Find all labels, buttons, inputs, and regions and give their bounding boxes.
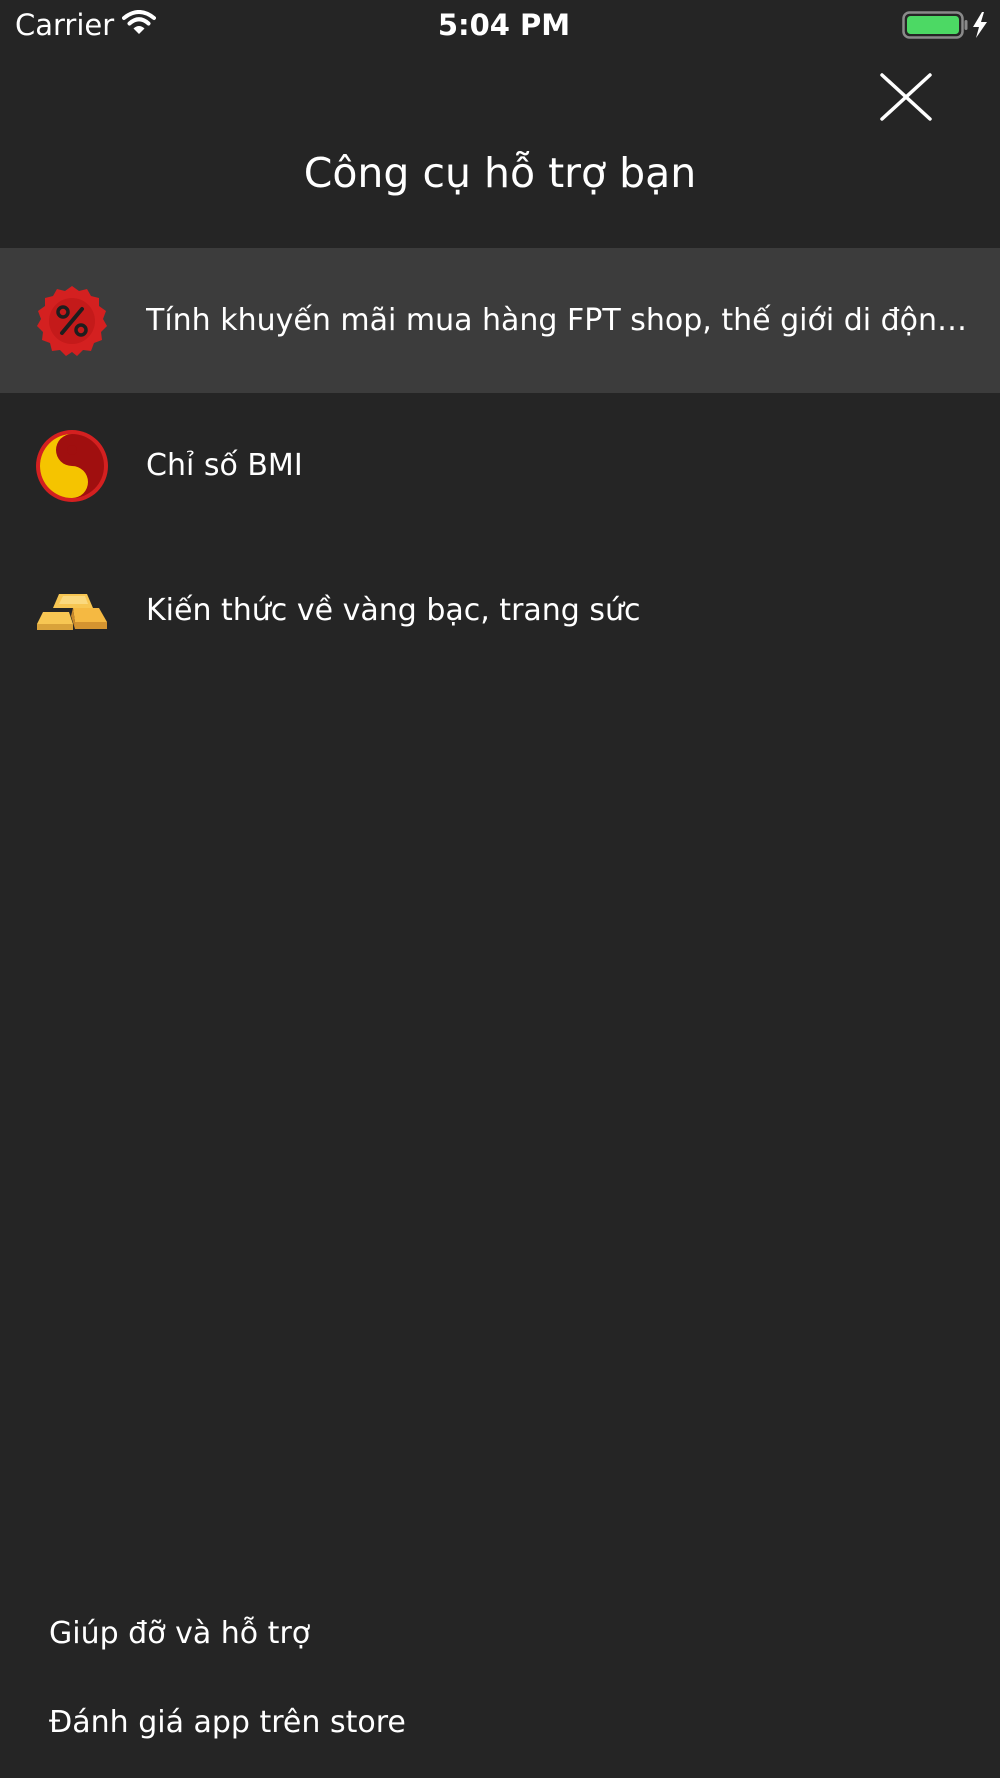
close-button[interactable] <box>870 67 942 127</box>
battery-icon <box>902 11 990 43</box>
help-support-link[interactable]: Giúp đỡ và hỗ trợ <box>49 1614 310 1654</box>
menu-item-label: Chỉ số BMI <box>146 448 303 483</box>
menu-item-discount-calculator[interactable]: Tính khuyến mãi mua hàng FPT shop, thế g… <box>0 248 1000 393</box>
clock: 5:04 PM <box>437 8 571 42</box>
discount-percent-icon <box>35 284 109 358</box>
status-bar: Carrier 5:04 PM <box>0 0 1000 50</box>
yin-yang-icon <box>35 429 109 503</box>
gold-bars-icon <box>35 574 109 648</box>
page-title: Công cụ hỗ trợ bạn <box>303 149 697 197</box>
tools-menu-list: Tính khuyến mãi mua hàng FPT shop, thế g… <box>0 248 1000 683</box>
menu-item-bmi[interactable]: Chỉ số BMI <box>0 393 1000 538</box>
rate-app-link[interactable]: Đánh giá app trên store <box>49 1703 406 1743</box>
menu-item-gold-knowledge[interactable]: Kiến thức về vàng bạc, trang sức <box>0 538 1000 683</box>
close-icon <box>880 73 932 121</box>
menu-item-label: Kiến thức về vàng bạc, trang sức <box>146 593 641 628</box>
menu-item-label: Tính khuyến mãi mua hàng FPT shop, thế g… <box>146 303 970 338</box>
